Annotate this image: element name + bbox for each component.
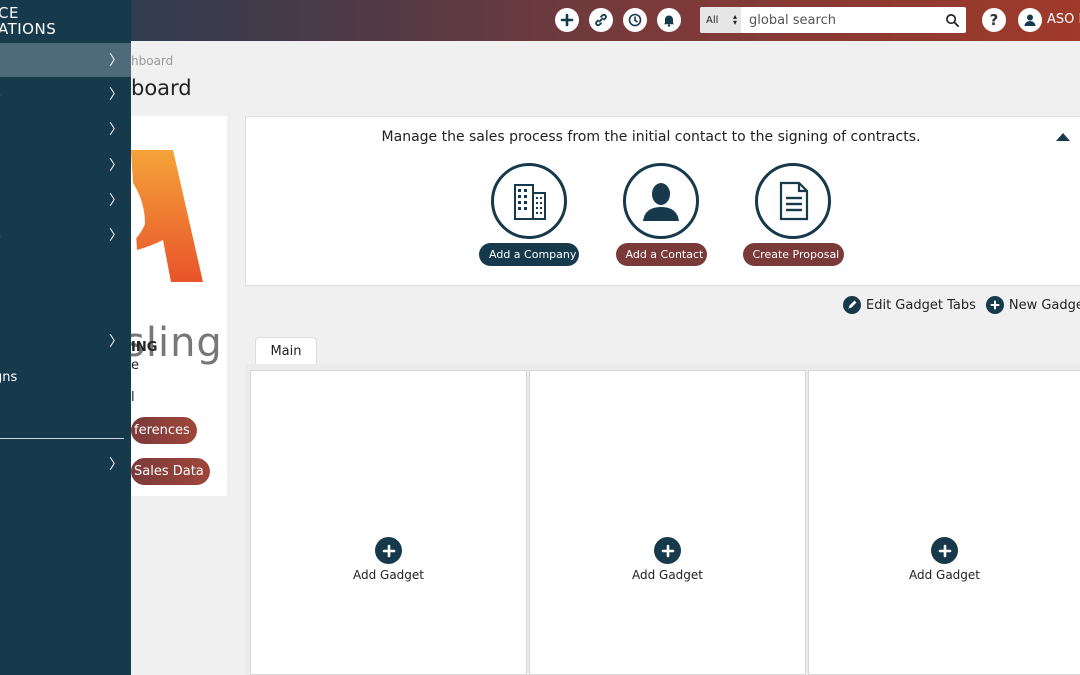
plus-icon bbox=[931, 537, 958, 564]
banner-description: Manage the sales process from the initia… bbox=[381, 129, 921, 145]
preferences-button-label: ferences bbox=[134, 423, 190, 438]
add-gadget-button[interactable]: Add Gadget bbox=[251, 537, 526, 582]
sidebar-item-9[interactable]: 〉 bbox=[0, 324, 131, 358]
sidebar-item-8[interactable] bbox=[0, 289, 131, 323]
edit-gadget-tabs-label: Edit Gadget Tabs bbox=[866, 297, 976, 313]
sidebar-item-label: gns bbox=[0, 369, 18, 385]
help-icon: ? bbox=[989, 11, 999, 29]
global-search: All ▴ ▾ bbox=[700, 7, 966, 33]
chevron-right-icon: 〉 bbox=[109, 228, 123, 244]
gadget-toolbar: Edit Gadget Tabs New Gadget Ta bbox=[843, 296, 1080, 314]
sidebar-divider bbox=[0, 438, 124, 439]
add-gadget-button[interactable]: Add Gadget bbox=[809, 537, 1080, 582]
add-contact-action: Add a Contact bbox=[606, 163, 716, 266]
gadget-area: Add Gadget Add Gadget Add Gadget bbox=[245, 364, 1080, 675]
sidebar-item-4[interactable]: 〉 bbox=[0, 148, 131, 182]
edit-gadget-tabs-button[interactable]: Edit Gadget Tabs bbox=[843, 296, 976, 314]
create-proposal-action: Create Proposal bbox=[738, 163, 848, 266]
add-gadget-label: Add Gadget bbox=[631, 568, 704, 582]
document-icon[interactable] bbox=[755, 163, 831, 239]
sales-process-banner: Manage the sales process from the initia… bbox=[245, 116, 1080, 286]
gadget-column: Add Gadget bbox=[529, 370, 806, 675]
new-gadget-tab-button[interactable]: New Gadget Ta bbox=[985, 296, 1080, 314]
sidebar-item-3[interactable]: 〉 bbox=[0, 112, 131, 146]
plus-icon bbox=[375, 537, 402, 564]
person-icon[interactable] bbox=[623, 163, 699, 239]
sidebar-item-10[interactable]: gns bbox=[0, 360, 131, 394]
sidebar-logo[interactable]: CE ATIONS bbox=[0, 5, 56, 37]
preferences-button[interactable]: ferences bbox=[131, 417, 197, 444]
add-icon[interactable] bbox=[555, 8, 579, 32]
plus-icon bbox=[985, 296, 1004, 314]
plus-icon bbox=[654, 537, 681, 564]
history-icon[interactable] bbox=[623, 8, 647, 32]
company-info-line: l bbox=[131, 390, 135, 405]
sidebar: CE ATIONS 〉 s 〉 〉 〉 〉 s 〉 〉 gns 〉 bbox=[0, 0, 131, 675]
sidebar-item-label: s bbox=[0, 87, 1, 102]
link-icon[interactable] bbox=[589, 8, 613, 32]
building-icon[interactable] bbox=[491, 163, 567, 239]
search-scope-value: All bbox=[706, 14, 719, 26]
collapse-up-icon[interactable] bbox=[1056, 133, 1070, 141]
chevron-right-icon: 〉 bbox=[109, 122, 123, 138]
sidebar-item-5[interactable]: 〉 bbox=[0, 183, 131, 217]
breadcrumb[interactable]: hboard bbox=[131, 54, 173, 68]
top-icon-group bbox=[555, 8, 681, 32]
select-arrows-icon: ▴ ▾ bbox=[732, 12, 737, 27]
pencil-icon bbox=[843, 296, 861, 314]
gadget-column: Add Gadget bbox=[250, 370, 527, 675]
chevron-right-icon: 〉 bbox=[109, 53, 123, 69]
user-name[interactable]: ASO M bbox=[1047, 12, 1080, 27]
sidebar-item-2[interactable]: s 〉 bbox=[0, 77, 131, 111]
chevron-right-icon: 〉 bbox=[109, 334, 123, 350]
chevron-right-icon: 〉 bbox=[109, 158, 123, 174]
sales-data-button-label: Sales Data bbox=[134, 464, 204, 479]
add-company-button[interactable]: Add a Company bbox=[479, 243, 579, 266]
user-avatar-icon[interactable] bbox=[1018, 8, 1042, 32]
chevron-right-icon: 〉 bbox=[109, 193, 123, 209]
add-gadget-button[interactable]: Add Gadget bbox=[530, 537, 805, 582]
search-scope-select[interactable]: All ▴ ▾ bbox=[700, 7, 741, 33]
sidebar-item-6[interactable]: s 〉 bbox=[0, 218, 131, 252]
sidebar-item-label: s bbox=[0, 228, 1, 243]
chevron-right-icon: 〉 bbox=[109, 457, 123, 473]
sidebar-item-11[interactable]: 〉 bbox=[0, 447, 131, 481]
bell-icon[interactable] bbox=[657, 8, 681, 32]
page-title: board bbox=[131, 76, 192, 100]
chevron-right-icon: 〉 bbox=[109, 87, 123, 103]
top-bar: All ▴▾ ? ASO M bbox=[0, 0, 1080, 41]
new-gadget-tab-label: New Gadget Ta bbox=[1008, 297, 1080, 313]
sales-data-button[interactable]: Sales Data bbox=[131, 458, 210, 485]
create-proposal-button[interactable]: Create Proposal bbox=[742, 243, 844, 266]
search-icon[interactable] bbox=[938, 7, 966, 33]
company-card: sling ING e l ferences Sales Data bbox=[124, 116, 227, 496]
company-logo: sling bbox=[124, 150, 227, 366]
help-button[interactable]: ? bbox=[982, 8, 1006, 32]
sidebar-logo-line1: CE bbox=[0, 4, 19, 22]
sidebar-item-7[interactable] bbox=[0, 254, 131, 288]
sidebar-item-1[interactable]: 〉 bbox=[0, 43, 131, 77]
tab-main[interactable]: Main bbox=[255, 337, 317, 365]
add-gadget-label: Add Gadget bbox=[352, 568, 425, 582]
add-contact-button[interactable]: Add a Contact bbox=[615, 243, 707, 266]
gadget-column: Add Gadget bbox=[808, 370, 1080, 675]
add-company-action: Add a Company bbox=[474, 163, 584, 266]
company-name: ING bbox=[131, 340, 158, 355]
company-info-line: e bbox=[131, 358, 139, 373]
add-gadget-label: Add Gadget bbox=[908, 568, 981, 582]
sidebar-logo-line2: ATIONS bbox=[0, 20, 57, 38]
gadget-tabs: Main bbox=[245, 337, 1080, 365]
search-input[interactable] bbox=[741, 7, 938, 33]
